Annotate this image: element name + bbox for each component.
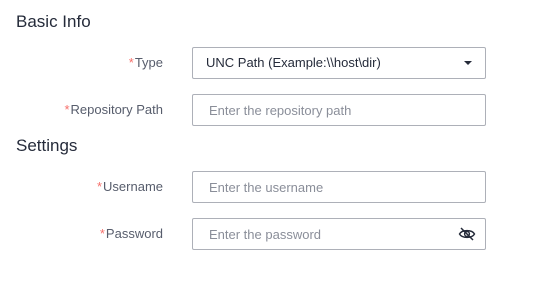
required-marker: * [128, 55, 134, 70]
form-row-type: *Type UNC Path (Example:\\host\dir) [0, 47, 546, 79]
repository-form-page: Basic Info *Type UNC Path (Example:\\hos… [0, 0, 546, 302]
username-label-text: Username [103, 179, 163, 194]
password-input[interactable] [193, 219, 485, 249]
repository-path-input[interactable] [193, 95, 485, 125]
form-row-username: *Username [0, 171, 546, 203]
required-marker: * [64, 102, 70, 117]
eye-hidden-icon[interactable] [458, 226, 476, 242]
repository-path-label-text: Repository Path [70, 102, 164, 117]
type-select[interactable]: UNC Path (Example:\\host\dir) [192, 47, 486, 79]
required-marker: * [99, 226, 105, 241]
section-title-basic-info: Basic Info [16, 12, 91, 31]
username-input[interactable] [193, 172, 485, 202]
form-row-password: *Password [0, 218, 546, 250]
type-label-text: Type [134, 55, 163, 70]
chevron-down-icon[interactable] [464, 61, 472, 65]
password-field[interactable] [192, 218, 486, 250]
username-label: *Username [97, 171, 163, 203]
repository-path-label: *Repository Path [64, 94, 163, 126]
form-row-repository-path: *Repository Path [0, 94, 546, 126]
required-marker: * [96, 179, 103, 194]
password-label: *Password [100, 218, 163, 250]
password-label-text: Password [105, 226, 163, 241]
type-select-value: UNC Path (Example:\\host\dir) [206, 55, 381, 70]
username-field[interactable] [192, 171, 486, 203]
repository-path-field[interactable] [192, 94, 486, 126]
section-title-settings: Settings [16, 136, 78, 155]
type-label: *Type [129, 47, 163, 79]
